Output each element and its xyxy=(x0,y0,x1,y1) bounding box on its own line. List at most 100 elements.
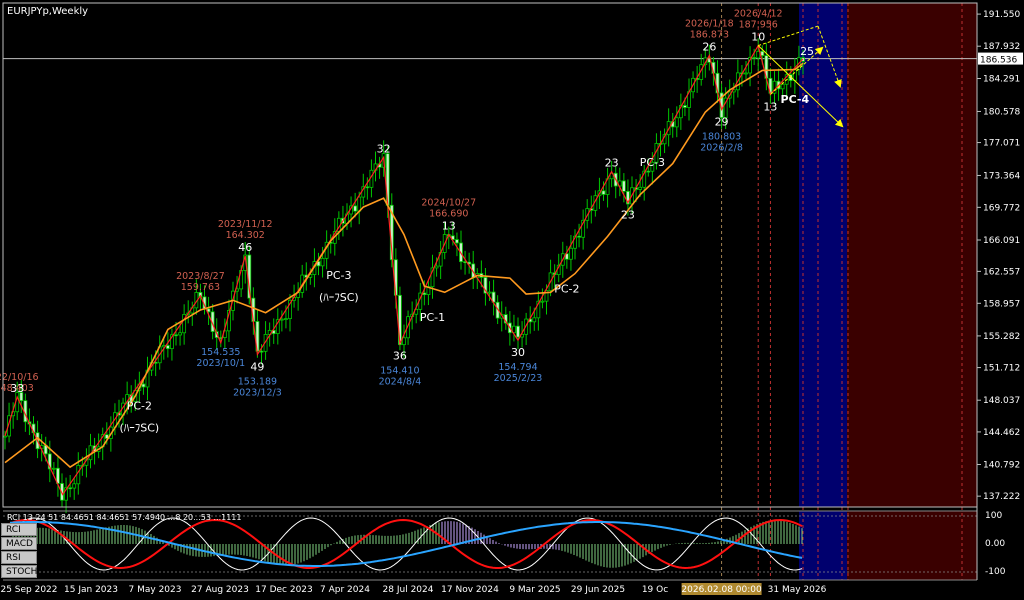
price-label-12: 148.037 xyxy=(983,396,1020,406)
annotation-27-1: (ﾊｰﾌSC) xyxy=(319,291,359,304)
annotation-3-1: 2023/10/1 xyxy=(196,358,245,369)
time-label-4: 17 Dec 2023 xyxy=(255,585,313,595)
annotation-22-0: 10 xyxy=(751,31,765,44)
indicator-button-rci[interactable]: RCI xyxy=(1,523,37,536)
price-label-13: 144.462 xyxy=(983,428,1020,438)
time-cursor-label: 2026.02.08 00:00 xyxy=(681,585,762,595)
annotation-23-0: 13 xyxy=(763,100,777,113)
candle-body xyxy=(365,186,370,189)
candle-body xyxy=(792,69,797,81)
candle-body xyxy=(638,186,643,190)
time-label-5: 7 Apr 2024 xyxy=(320,585,370,595)
annotation-29-0: PC-2 xyxy=(554,283,579,296)
annotation-24-0: 25 xyxy=(800,45,814,58)
time-label-7: 17 Nov 2024 xyxy=(441,585,499,595)
candle-body xyxy=(72,483,77,489)
annotation-21-1: 187.956 xyxy=(739,20,778,31)
annotation-8-0: 32 xyxy=(377,142,391,155)
annotation-26-0: PC-2 xyxy=(127,399,152,412)
candle-body xyxy=(621,180,626,192)
sub-axis-label-2: -100 xyxy=(985,567,1006,577)
price-label-3: 180.578 xyxy=(983,107,1020,117)
candle-body xyxy=(51,467,56,470)
annotation-6-0: 49 xyxy=(250,360,264,373)
candle-body xyxy=(756,50,761,59)
annotation-27-0: PC-3 xyxy=(326,269,351,282)
annotation-7-1: 2023/12/3 xyxy=(233,387,282,398)
annotation-20-1: 2026/2/8 xyxy=(700,142,743,153)
time-label-9: 29 Jun 2025 xyxy=(571,585,625,595)
candle-body xyxy=(674,117,679,128)
annotation-20-0: 180.803 xyxy=(702,131,741,142)
annotation-10-1: 2024/8/4 xyxy=(379,377,422,388)
chart-background xyxy=(799,3,977,580)
time-label-0: 25 Sep 2022 xyxy=(0,585,57,595)
future-zone-blue-sub xyxy=(799,511,847,580)
price-label-0: 191.550 xyxy=(983,10,1020,20)
candle-body xyxy=(752,57,757,59)
annotation-14-1: 2025/2/23 xyxy=(494,373,543,384)
annotation-9-0: 36 xyxy=(393,350,407,363)
candle-body xyxy=(422,292,427,296)
candle-body xyxy=(68,487,73,490)
current-price-label: 186.536 xyxy=(980,56,1017,66)
time-label-12: 31 May 2026 xyxy=(768,585,827,595)
time-label-2: 7 May 2023 xyxy=(129,585,182,595)
symbol-title: EURJPYp,Weekly xyxy=(7,6,88,17)
annotation-7-0: 153.189 xyxy=(238,376,277,387)
candle-body xyxy=(402,337,406,346)
future-zone-red-sub xyxy=(847,511,977,580)
annotation-15-0: 23 xyxy=(605,157,619,170)
price-label-8: 162.557 xyxy=(983,267,1020,277)
candle-body xyxy=(178,332,182,336)
annotation-3-0: 154.535 xyxy=(201,347,240,358)
time-label-10: 19 Oc xyxy=(642,585,668,595)
annotation-4-1: 164.302 xyxy=(226,230,265,241)
annotation-12-0: 13 xyxy=(442,220,456,233)
time-label-6: 28 Jul 2024 xyxy=(383,585,434,595)
time-label-3: 27 Aug 2023 xyxy=(191,585,249,595)
annotation-30-0: PC-3 xyxy=(640,156,665,169)
candle-body xyxy=(279,318,284,321)
candle-body xyxy=(516,325,520,338)
annotation-2-1: 159.763 xyxy=(181,282,220,293)
candle-body xyxy=(320,257,325,267)
candle-body xyxy=(569,247,573,260)
price-label-14: 140.792 xyxy=(983,460,1020,470)
indicator-button-macd[interactable]: MACD xyxy=(1,537,37,550)
candle-body xyxy=(455,239,459,244)
annotation-16-0: 23 xyxy=(621,209,635,222)
indicator-button-stoch[interactable]: STOCH xyxy=(1,565,37,578)
price-label-9: 158.957 xyxy=(983,299,1020,309)
annotation-11-0: 2024/10/27 xyxy=(421,198,476,209)
price-chart[interactable]: 22/10/1648.403332023/8/27159.763154.5352… xyxy=(0,0,1024,600)
annotation-4-0: 2023/11/12 xyxy=(218,219,273,230)
candle-body xyxy=(3,435,7,438)
annotation-17-1: 186.873 xyxy=(690,29,729,40)
candle-body xyxy=(646,170,651,173)
annotation-28-0: PC-1 xyxy=(420,311,445,324)
annotation-25-0: PC-4 xyxy=(781,93,810,106)
price-label-2: 184.291 xyxy=(983,75,1020,85)
time-label-1: 15 Jan 2023 xyxy=(64,585,118,595)
candle-body xyxy=(780,83,785,90)
annotation-13-0: 30 xyxy=(511,346,525,359)
price-label-11: 151.712 xyxy=(983,364,1020,374)
sub-axis-label-0: 100 xyxy=(985,511,1002,521)
annotation-14-0: 154.794 xyxy=(498,362,537,373)
price-label-10: 155.282 xyxy=(983,332,1020,342)
annotation-19-0: 29 xyxy=(715,115,729,128)
annotation-17-0: 2026/1/18 xyxy=(685,18,734,29)
candle-body xyxy=(532,317,537,323)
annotation-18-0: 26 xyxy=(702,40,716,53)
price-label-1: 187.932 xyxy=(983,42,1020,52)
price-label-5: 173.364 xyxy=(983,171,1020,181)
candle-body xyxy=(434,265,439,269)
sub-axis-label-1: 0.00 xyxy=(985,539,1005,549)
indicator-readout: RCI 13 24 51 84.4651 84.4651 57.4940 ...… xyxy=(7,513,241,522)
price-label-6: 169.772 xyxy=(983,203,1020,213)
indicator-button-rsi[interactable]: RSI xyxy=(1,551,37,564)
candle-body xyxy=(577,235,581,238)
candle-body xyxy=(165,345,170,350)
candle-body xyxy=(357,196,362,212)
